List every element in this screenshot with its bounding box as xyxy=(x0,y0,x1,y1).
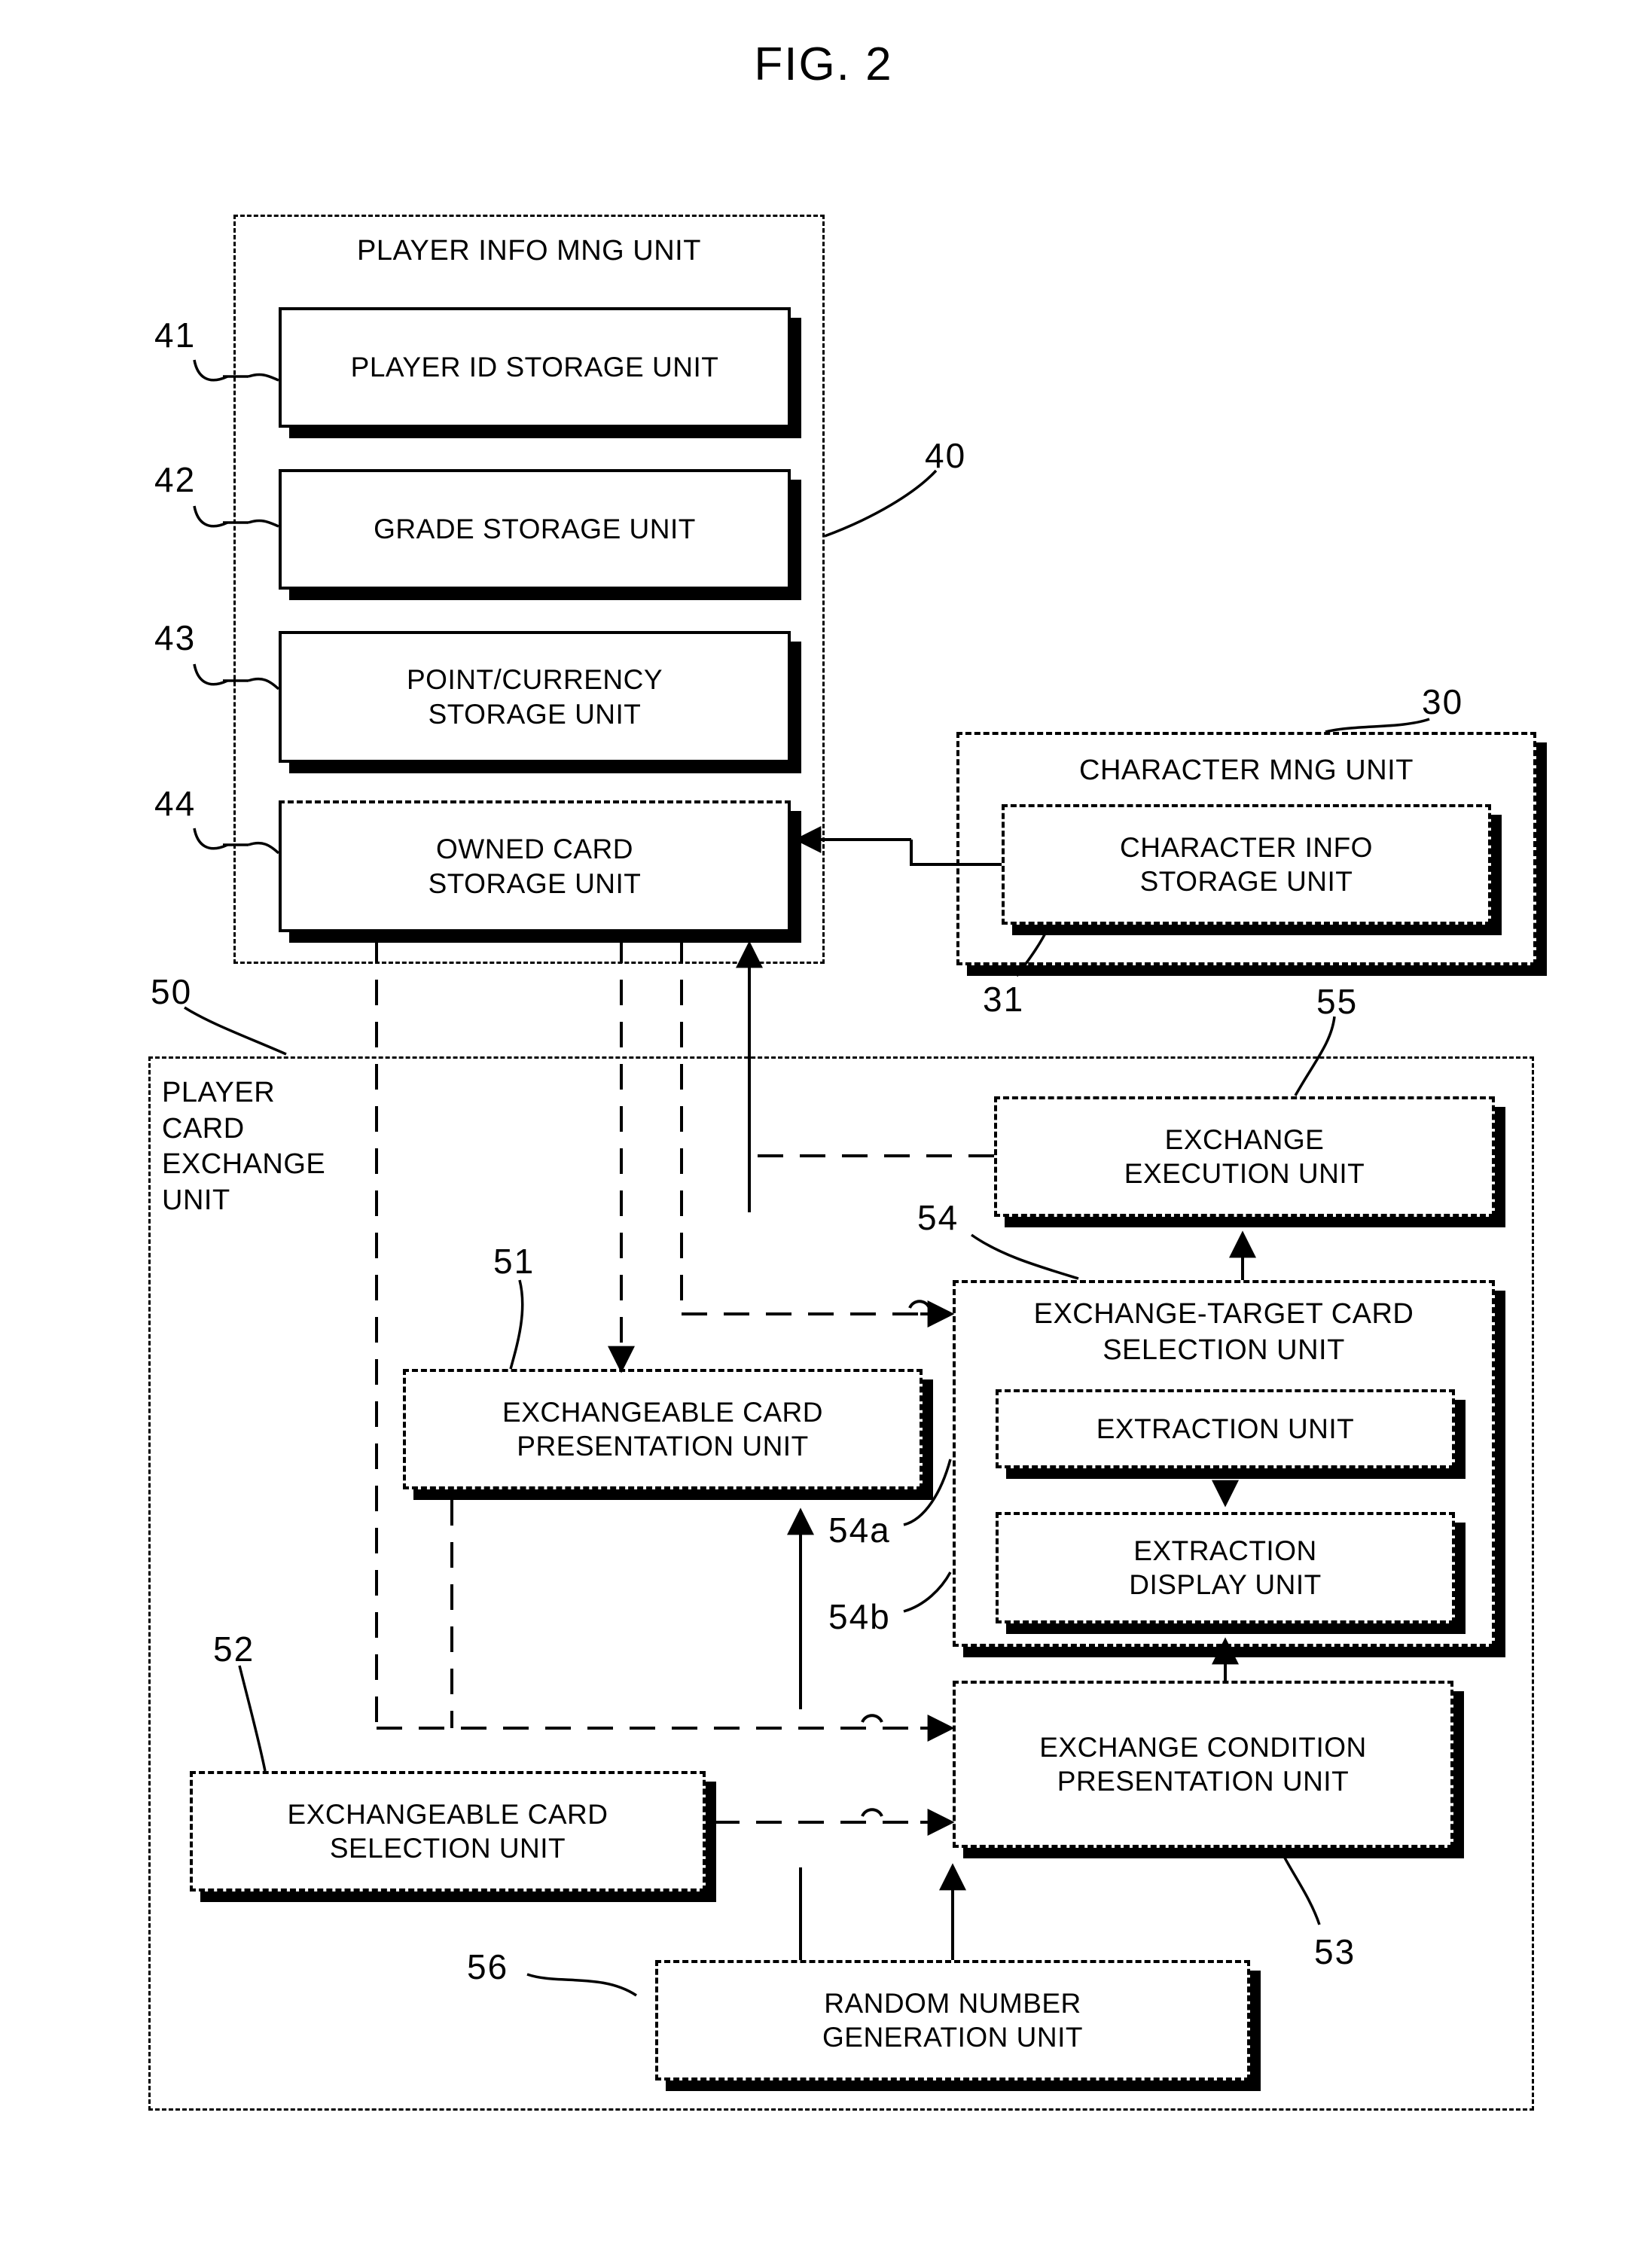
block-grade-storage-unit-label: GRADE STORAGE UNIT xyxy=(374,514,696,545)
block-owned-card-storage-unit-label: OWNED CARD STORAGE UNIT xyxy=(428,834,642,899)
group-player-info-mng-unit-label: PLAYER INFO MNG UNIT xyxy=(357,235,701,267)
block-exchange-execution-unit: EXCHANGE EXECUTION UNIT xyxy=(994,1096,1495,1217)
ref-51: 51 xyxy=(493,1242,535,1281)
block-grade-storage-unit: GRADE STORAGE UNIT xyxy=(279,469,791,590)
block-character-info-storage-unit: CHARACTER INFO STORAGE UNIT xyxy=(1002,804,1491,925)
block-exchange-execution-unit-label: EXCHANGE EXECUTION UNIT xyxy=(1124,1123,1365,1189)
block-exchangeable-card-selection-unit: EXCHANGEABLE CARD SELECTION UNIT xyxy=(190,1771,706,1892)
block-exchangeable-card-presentation-unit-label: EXCHANGEABLE CARD PRESENTATION UNIT xyxy=(502,1396,823,1462)
block-player-id-storage-unit: PLAYER ID STORAGE UNIT xyxy=(279,307,791,428)
group-exchange-target-card-selection-unit-label: EXCHANGE-TARGET CARD SELECTION UNIT xyxy=(1033,1298,1414,1366)
block-owned-card-storage-unit: OWNED CARD STORAGE UNIT xyxy=(279,800,791,932)
ref-53: 53 xyxy=(1314,1932,1356,1971)
ref-41: 41 xyxy=(154,316,197,355)
block-exchangeable-card-presentation-unit: EXCHANGEABLE CARD PRESENTATION UNIT xyxy=(403,1369,923,1489)
group-player-card-exchange-unit-label: PLAYER CARD EXCHANGE UNIT xyxy=(162,1077,326,1216)
ref-30: 30 xyxy=(1422,682,1464,721)
ref-42: 42 xyxy=(154,460,197,499)
block-point-currency-storage-unit-label: POINT/CURRENCY STORAGE UNIT xyxy=(406,664,663,730)
ref-52: 52 xyxy=(213,1629,255,1669)
block-extraction-display-unit-label: EXTRACTION DISPLAY UNIT xyxy=(1129,1535,1322,1600)
ref-55: 55 xyxy=(1316,982,1359,1021)
ref-31: 31 xyxy=(983,980,1025,1019)
ref-54: 54 xyxy=(917,1198,959,1237)
block-point-currency-storage-unit: POINT/CURRENCY STORAGE UNIT xyxy=(279,631,791,763)
ref-54a: 54a xyxy=(828,1510,891,1550)
figure-canvas: FIG. 2 PLAYER INFO MNG UNIT 41 PLAYER ID… xyxy=(0,0,1647,2268)
ref-54b: 54b xyxy=(828,1597,891,1636)
block-extraction-display-unit: EXTRACTION DISPLAY UNIT xyxy=(996,1512,1455,1623)
block-random-number-generation-unit-label: RANDOM NUMBER GENERATION UNIT xyxy=(822,1987,1083,2053)
block-exchange-condition-presentation-unit-label: EXCHANGE CONDITION PRESENTATION UNIT xyxy=(1039,1731,1367,1797)
ref-44: 44 xyxy=(154,784,197,823)
figure-title: FIG. 2 xyxy=(754,38,893,90)
ref-50: 50 xyxy=(151,972,193,1011)
block-player-id-storage-unit-label: PLAYER ID STORAGE UNIT xyxy=(350,352,719,383)
group-character-mng-unit-label: CHARACTER MNG UNIT xyxy=(1079,754,1414,786)
block-exchangeable-card-selection-unit-label: EXCHANGEABLE CARD SELECTION UNIT xyxy=(287,1798,608,1864)
block-character-info-storage-unit-label: CHARACTER INFO STORAGE UNIT xyxy=(1120,831,1373,897)
ref-56: 56 xyxy=(467,1947,509,1986)
block-extraction-unit: EXTRACTION UNIT xyxy=(996,1389,1455,1468)
ref-40: 40 xyxy=(925,436,967,475)
block-random-number-generation-unit: RANDOM NUMBER GENERATION UNIT xyxy=(655,1960,1250,2081)
block-exchange-condition-presentation-unit: EXCHANGE CONDITION PRESENTATION UNIT xyxy=(953,1681,1453,1848)
block-extraction-unit-label: EXTRACTION UNIT xyxy=(1096,1413,1355,1444)
ref-43: 43 xyxy=(154,618,197,657)
